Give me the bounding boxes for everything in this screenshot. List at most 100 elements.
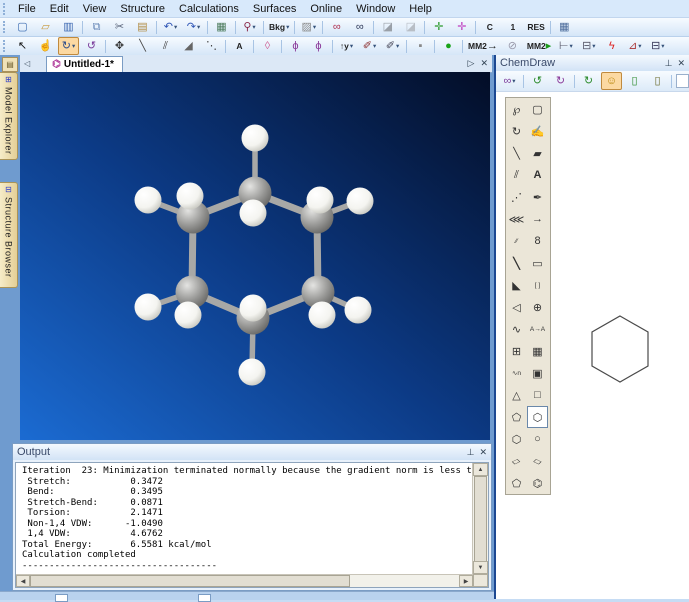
bond-double-tool-icon[interactable]: ⫽ xyxy=(155,37,176,55)
chemdraw-canvas-hexagon[interactable] xyxy=(584,310,656,390)
measurement-d-button-dropdown[interactable]: ▾ xyxy=(661,42,664,50)
sync-rotate-icon[interactable]: ↻ xyxy=(578,72,599,90)
stereo-glasses-icon[interactable]: ∞ xyxy=(326,18,347,36)
run-button-icon[interactable]: ● xyxy=(438,37,459,55)
scroll-right-icon[interactable]: ▶ xyxy=(459,575,473,587)
scroll-down-icon[interactable]: ▼ xyxy=(473,561,488,574)
copy-page-icon[interactable]: ▯ xyxy=(624,72,645,90)
bond-single-tool-icon[interactable]: ╲ xyxy=(132,37,153,55)
translate-tool-icon[interactable]: ✥ xyxy=(109,37,130,55)
rotate-tool[interactable]: ↻ xyxy=(506,120,527,142)
spin-tool-icon[interactable]: ↺ xyxy=(81,37,102,55)
menu-help[interactable]: Help xyxy=(402,2,439,16)
hydrogen-atom[interactable] xyxy=(242,125,269,152)
tab-close-icon[interactable]: ✕ xyxy=(480,58,488,69)
menu-calculations[interactable]: Calculations xyxy=(172,2,246,16)
measure-tool-icon[interactable]: ✐▾ xyxy=(382,37,403,55)
bond-wedge-tool-icon[interactable]: ◢ xyxy=(178,37,199,55)
cyclohexane-tool[interactable]: ⬡ xyxy=(527,406,548,428)
print-icon[interactable]: ▦ xyxy=(211,18,232,36)
chair-1-tool[interactable]: ◇ xyxy=(506,450,527,472)
scroll-up-icon[interactable]: ▲ xyxy=(473,463,488,476)
output-hscrollbar[interactable]: ◀ ▶ xyxy=(16,574,473,587)
hydrogen-atom[interactable] xyxy=(135,187,162,214)
ring-flip-b-icon[interactable]: ϕ xyxy=(308,37,329,55)
periodic-table-icon[interactable]: ▦ xyxy=(554,18,575,36)
hydrogen-atom[interactable] xyxy=(347,188,374,215)
hydrogen-atom[interactable] xyxy=(345,297,372,324)
cleanup-icon[interactable]: ◪ xyxy=(377,18,398,36)
eraser-tool[interactable]: ▰ xyxy=(527,142,548,164)
menu-online[interactable]: Online xyxy=(303,2,349,16)
hydrogen-atom[interactable] xyxy=(240,200,267,227)
rectangle-tool[interactable]: ▭ xyxy=(527,252,548,274)
ring-flip-a-icon[interactable]: ϕ xyxy=(285,37,306,55)
lasso-tool[interactable]: ℘ xyxy=(506,98,527,120)
menu-surfaces[interactable]: Surfaces xyxy=(246,2,303,16)
cyclobutane-tool[interactable]: □ xyxy=(527,384,548,406)
fill-style-button-dropdown[interactable]: ▾ xyxy=(313,23,316,31)
color-key-icon[interactable]: ⚲▾ xyxy=(239,18,260,36)
charge-1-button[interactable]: 1 xyxy=(502,18,523,36)
measure-tool-icon-dropdown[interactable]: ▾ xyxy=(396,42,399,50)
text-tool-icon[interactable]: A xyxy=(229,37,250,55)
output-pin-icon[interactable]: ⊥ xyxy=(467,447,475,458)
measurement-d-button[interactable]: ⊟▾ xyxy=(647,37,668,55)
bond-wedge-tool[interactable]: ◣ xyxy=(506,274,527,296)
new-document-icon[interactable]: ▢ xyxy=(12,18,33,36)
benzene-tool[interactable]: ⌬ xyxy=(527,472,548,494)
measurement-a-button-dropdown[interactable]: ▾ xyxy=(569,42,572,50)
cleanup-small-icon[interactable]: ◪ xyxy=(400,18,421,36)
add-hydrogens-icon[interactable]: ✛ xyxy=(428,18,449,36)
bracket-tool[interactable]: [ ] xyxy=(527,274,548,296)
charge-tool[interactable]: ⊕ xyxy=(527,296,548,318)
cycloheptane-tool[interactable]: ⬡ xyxy=(506,428,527,450)
select-tool-icon[interactable]: ↖ xyxy=(12,37,33,55)
axis-tool-button-dropdown[interactable]: ▾ xyxy=(350,42,353,50)
hydrogen-atom[interactable] xyxy=(239,359,266,386)
redo-icon[interactable]: ↷▾ xyxy=(183,18,204,36)
bond-bold-tool[interactable]: ╲ xyxy=(506,252,527,274)
chemdraw-close-icon[interactable]: ✕ xyxy=(677,58,685,69)
hscroll-thumb[interactable] xyxy=(30,575,350,587)
lock-page-icon[interactable]: ▯ xyxy=(647,72,668,90)
cyclooctane-tool[interactable]: ○ xyxy=(527,428,548,450)
bond-solid-tool[interactable]: ╲ xyxy=(506,142,527,164)
live-link-button[interactable]: ☺ xyxy=(601,72,622,90)
ring-box-tool[interactable]: ▣ xyxy=(527,362,548,384)
table-tool[interactable]: ⊞ xyxy=(506,340,527,362)
sidebar-tab-model-explorer[interactable]: ⊞ Model Explorer xyxy=(0,72,18,160)
charge-c-button[interactable]: C xyxy=(479,18,500,36)
text-tool[interactable]: A xyxy=(527,164,548,186)
axis-tool-button[interactable]: ↑y▾ xyxy=(336,37,357,55)
cyclopropane-tool[interactable]: △ xyxy=(506,384,527,406)
eraser-tool-icon[interactable]: ◊ xyxy=(257,37,278,55)
measurement-a-button[interactable]: ⊢▾ xyxy=(555,37,576,55)
atom-map-tool[interactable]: A→A xyxy=(527,318,548,340)
undo-icon[interactable]: ↶▾ xyxy=(160,18,181,36)
hscroll-track[interactable] xyxy=(350,575,459,587)
tab-untitled-1[interactable]: ⌬ Untitled-1* xyxy=(46,56,123,72)
output-close-icon[interactable]: ✕ xyxy=(479,447,487,458)
pen-tool[interactable]: ✒ xyxy=(527,186,548,208)
background-color-button[interactable]: Bkg▾ xyxy=(267,18,291,36)
menu-view[interactable]: View xyxy=(76,2,114,16)
open-folder-icon[interactable]: ▱ xyxy=(35,18,56,36)
hydrogen-atom[interactable] xyxy=(307,187,334,214)
view-glasses-icon-dropdown[interactable]: ▾ xyxy=(512,77,515,85)
hydrogen-atom[interactable] xyxy=(175,302,202,329)
cut-icon[interactable]: ✂ xyxy=(109,18,130,36)
scroll-left-icon[interactable]: ◀ xyxy=(16,575,30,587)
tab-prev-icon[interactable]: ◁ xyxy=(20,59,34,68)
sidebar-tab-structure-browser[interactable]: ⊟ Structure Browser xyxy=(0,182,18,288)
toolbar1-grip[interactable] xyxy=(3,21,8,33)
lone-pair-icon[interactable]: ✛ xyxy=(451,18,472,36)
bond-wavy-tool[interactable]: ∿ xyxy=(506,318,527,340)
bond-multiple-tool[interactable]: ⫽ xyxy=(506,164,527,186)
3d-viewport[interactable] xyxy=(20,72,490,440)
cyclopentadiene-tool[interactable]: ⬠ xyxy=(506,472,527,494)
menu-window[interactable]: Window xyxy=(349,2,402,16)
view-glasses-icon[interactable]: ∞▾ xyxy=(499,72,520,90)
hydrogen-atom[interactable] xyxy=(177,183,204,210)
menu-structure[interactable]: Structure xyxy=(113,2,172,16)
